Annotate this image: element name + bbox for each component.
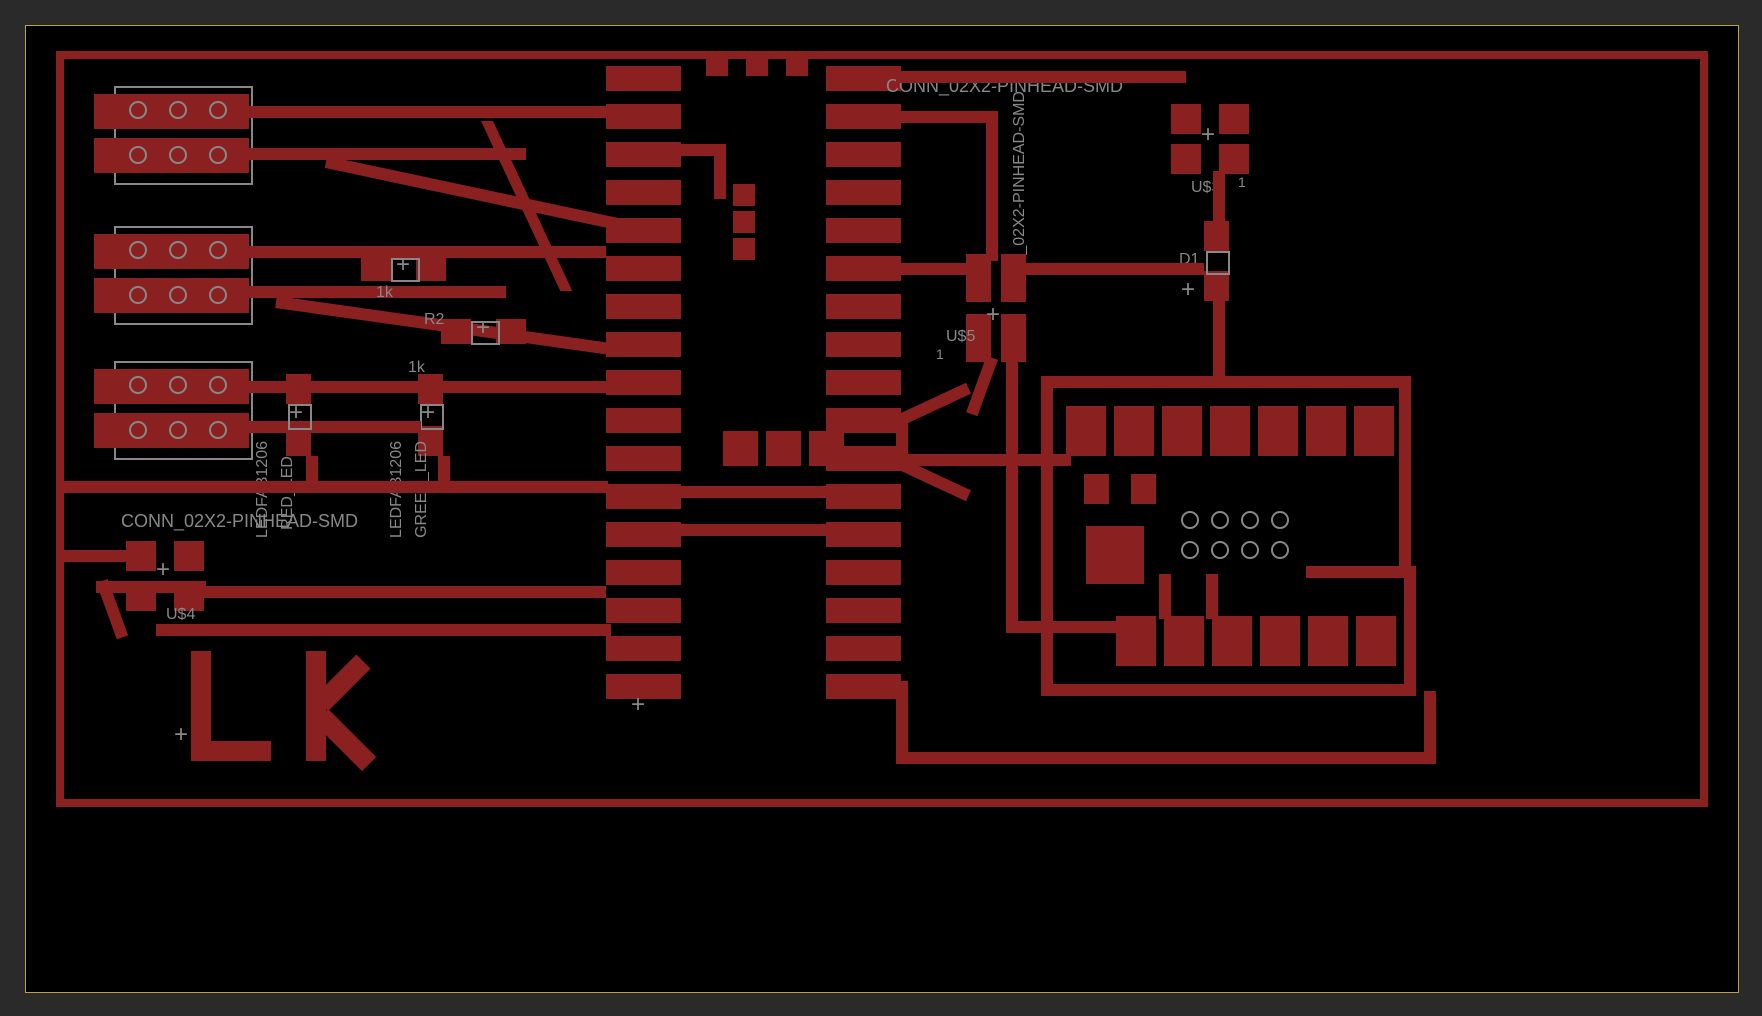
- r2-pad1: [441, 319, 471, 344]
- r2-label: R2: [424, 311, 444, 329]
- r1-value: 1k: [376, 284, 393, 302]
- us5-pin1: 1: [936, 346, 944, 362]
- r1-pad2: [416, 256, 446, 281]
- us5-label: U$5: [946, 328, 975, 346]
- r1-pad1: [361, 256, 391, 281]
- us3-pin1: 1: [1238, 174, 1246, 190]
- conn-bl-label: CONN_02X2-PINHEAD-SMD: [121, 511, 358, 532]
- board-outline: + 1k + R2 1k + + LEDFAB1206 RED_LED LEDF…: [25, 25, 1739, 993]
- r2-pad2: [496, 319, 526, 344]
- d1-pad2: [1204, 271, 1229, 301]
- us4-label: U$4: [166, 606, 195, 624]
- red-led-pad2: [286, 426, 311, 456]
